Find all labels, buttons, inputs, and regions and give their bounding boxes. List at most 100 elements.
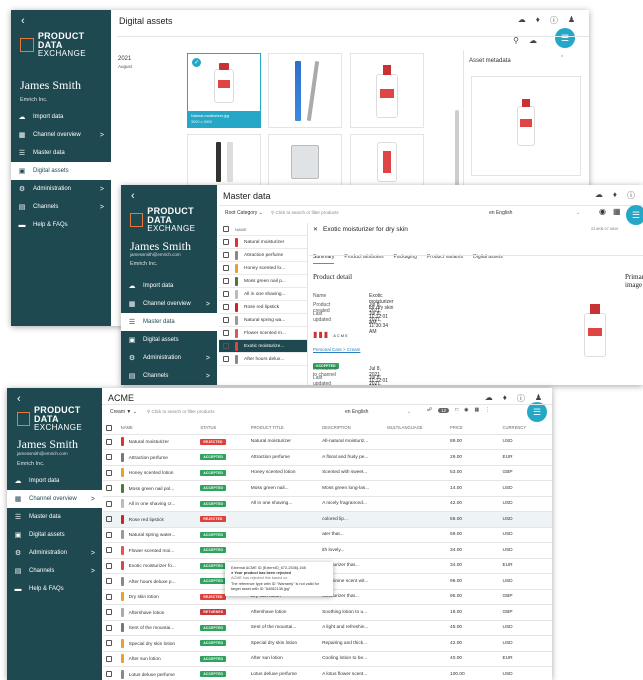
help-icon[interactable]: ⓘ (627, 190, 635, 201)
eye-icon[interactable]: ◉ (599, 207, 606, 216)
row-checkbox[interactable] (106, 593, 112, 600)
sidebar-item-master-data[interactable]: ☰ Master data (11, 144, 111, 162)
table-row[interactable]: Natural moisturizer REJECTED Natural moist… (103, 434, 552, 450)
list-item[interactable]: Natural moisturizer (219, 236, 307, 249)
row-checkbox[interactable] (106, 454, 112, 461)
sidebar-item-channels[interactable]: ▤ Channels > (7, 562, 102, 580)
table-row[interactable]: Lotus deluxe perfume ACCEPTED Lotus deluxe… (103, 666, 552, 680)
list-item[interactable]: Attraction perfume (219, 249, 307, 262)
table-row[interactable]: Honey scented lotion ACCEPTED Honey scente… (103, 465, 552, 481)
row-checkbox[interactable] (106, 500, 112, 507)
cloud-icon[interactable]: ☁ (518, 15, 526, 26)
eye-icon[interactable]: ◉ (464, 407, 468, 413)
sidebar-item-master-data[interactable]: ☰ Master data (7, 508, 102, 526)
menu-fab-button[interactable]: ☰ (626, 205, 643, 225)
row-checkbox[interactable] (223, 304, 229, 310)
asset-thumbnail-selected[interactable]: ✓ Natural-moisturizer.jpg 3000 x 3000 (187, 53, 261, 128)
asset-thumbnail[interactable] (350, 134, 424, 189)
sidebar-item-import-data[interactable]: ☁ Import data (7, 472, 102, 490)
row-checkbox[interactable] (106, 485, 112, 492)
column-header[interactable]: NAME (117, 422, 198, 435)
row-checkbox[interactable] (106, 516, 112, 523)
sidebar-item-digital-assets[interactable]: ▣ Digital assets (7, 526, 102, 544)
row-checkbox[interactable] (223, 239, 229, 245)
table-row[interactable]: Attraction perfume ACCEPTED Attraction per… (103, 449, 552, 466)
sidebar-item-master-data[interactable]: ☰ Master data (121, 313, 217, 331)
table-row[interactable]: All in one shaving cr... ACCEPTED All in o… (103, 496, 552, 512)
help-icon[interactable]: ⓘ (550, 15, 558, 26)
table-row[interactable]: Flower scented moi... ACCEPTED ith lovely.… (103, 542, 552, 559)
asset-thumbnail[interactable] (268, 134, 342, 189)
bell-icon[interactable]: ♦ (613, 190, 617, 201)
column-header[interactable]: CURRENCY (499, 422, 552, 435)
row-checkbox[interactable] (223, 343, 229, 349)
asset-thumbnail[interactable] (268, 53, 342, 128)
sidebar-item-digital-assets[interactable]: ▣ Digital assets (11, 162, 111, 180)
cloud-icon[interactable]: ☁ (485, 393, 493, 404)
list-item[interactable]: Exotic moisturize... (219, 340, 307, 353)
asset-thumbnail[interactable] (350, 53, 424, 128)
sidebar-item-import-data[interactable]: ☁ Import data (11, 108, 111, 126)
row-checkbox[interactable] (106, 640, 112, 647)
help-icon[interactable]: ⓘ (517, 393, 525, 404)
table-row[interactable]: Rose red lipstick REJECTED colored lip... 6… (103, 511, 552, 528)
column-header[interactable]: DESCRIPTION (319, 422, 385, 435)
user-icon[interactable]: ♟ (568, 15, 575, 26)
dropdown-chevron-icon[interactable]: ⌄ (576, 210, 580, 216)
sidebar-item-help-faqs[interactable]: ▬ Help & FAQs (7, 580, 102, 598)
row-checkbox[interactable] (223, 265, 229, 271)
row-checkbox[interactable] (106, 531, 112, 538)
row-checkbox[interactable] (106, 469, 112, 476)
filter-dropdown[interactable]: Cream ▼ ⌄ (110, 409, 137, 415)
sidebar-item-import-data[interactable]: ☁ Import data (121, 277, 217, 295)
sidebar-item-administration[interactable]: ⚙ Administration > (7, 544, 102, 562)
column-header[interactable]: PRICE (447, 422, 500, 435)
column-header[interactable]: MULTILANGUAGE (384, 422, 448, 435)
list-item[interactable]: Rose red lipstick (219, 301, 307, 314)
row-checkbox[interactable] (106, 671, 112, 678)
search-input[interactable]: ⚲ Click to search or filter products (271, 210, 339, 216)
table-row[interactable]: Moss green nail pol... ACCEPTED Moss green… (103, 480, 552, 497)
column-header[interactable]: PRODUCT TITLE (247, 422, 320, 435)
folder-icon[interactable]: □ (455, 407, 458, 413)
more-icon[interactable]: ⋮ (485, 407, 490, 413)
select-all-checkbox[interactable] (106, 424, 112, 431)
grid-view-icon[interactable]: ▦ (475, 407, 480, 413)
grid-view-icon[interactable]: ▦ (613, 207, 621, 216)
list-item[interactable]: After hours delux... (219, 353, 307, 366)
table-row[interactable]: Aftershave lotion RETURNED Aftershave loti… (103, 604, 552, 621)
row-checkbox[interactable] (106, 578, 112, 585)
category-dropdown[interactable]: Root Category ⌄ (225, 210, 263, 216)
category-link[interactable]: Personal Care > Cream (313, 347, 360, 352)
bell-icon[interactable]: ♦ (503, 393, 507, 404)
sidebar-item-help-faqs[interactable]: ▬ Help & FAQs (11, 216, 111, 234)
sidebar-item-digital-assets[interactable]: ▣ Digital assets (121, 331, 217, 349)
asset-thumbnail[interactable] (187, 134, 261, 189)
sidebar-item-channels[interactable]: ▤ Channels > (11, 198, 111, 216)
dropdown-chevron-icon[interactable]: ⌄ (407, 409, 411, 415)
row-checkbox[interactable] (223, 278, 229, 284)
sidebar-item-channels[interactable]: ▤ Channels > (121, 367, 217, 385)
back-arrow-icon[interactable]: ‹ (131, 190, 135, 202)
table-row[interactable]: Natural spring water... ACCEPTED ater that… (103, 527, 552, 543)
link-icon[interactable]: ☍ (427, 407, 432, 413)
column-header[interactable]: STATUS (197, 422, 248, 435)
language-select[interactable]: en English (345, 409, 368, 415)
search-icon[interactable]: ⚲ (513, 36, 519, 45)
table-row[interactable]: Special dry skin lotion ACCEPTED Special d… (103, 635, 552, 652)
list-item[interactable]: Natural spring wa... (219, 314, 307, 327)
row-checkbox[interactable] (223, 317, 229, 323)
sidebar-item-channel-overview[interactable]: ▦ Channel overview > (121, 295, 217, 313)
menu-fab-button[interactable]: ☰ (555, 28, 575, 48)
list-item[interactable]: Moss green nail p... (219, 275, 307, 288)
back-arrow-icon[interactable]: ‹ (17, 393, 21, 405)
row-checkbox[interactable] (106, 655, 112, 662)
back-arrow-icon[interactable]: ‹ (21, 15, 25, 27)
row-checkbox[interactable] (223, 356, 229, 362)
chevron-up-icon[interactable]: ˆ (561, 56, 563, 63)
close-icon[interactable]: ✕ (313, 226, 318, 233)
sidebar-item-channel-overview[interactable]: ▦ Channel overview > (11, 126, 111, 144)
table-row[interactable]: After sun lotion ACCEPTED After sun lotion… (103, 651, 552, 667)
upload-icon[interactable]: ☁ (529, 36, 537, 45)
language-select[interactable]: en English (489, 210, 512, 216)
